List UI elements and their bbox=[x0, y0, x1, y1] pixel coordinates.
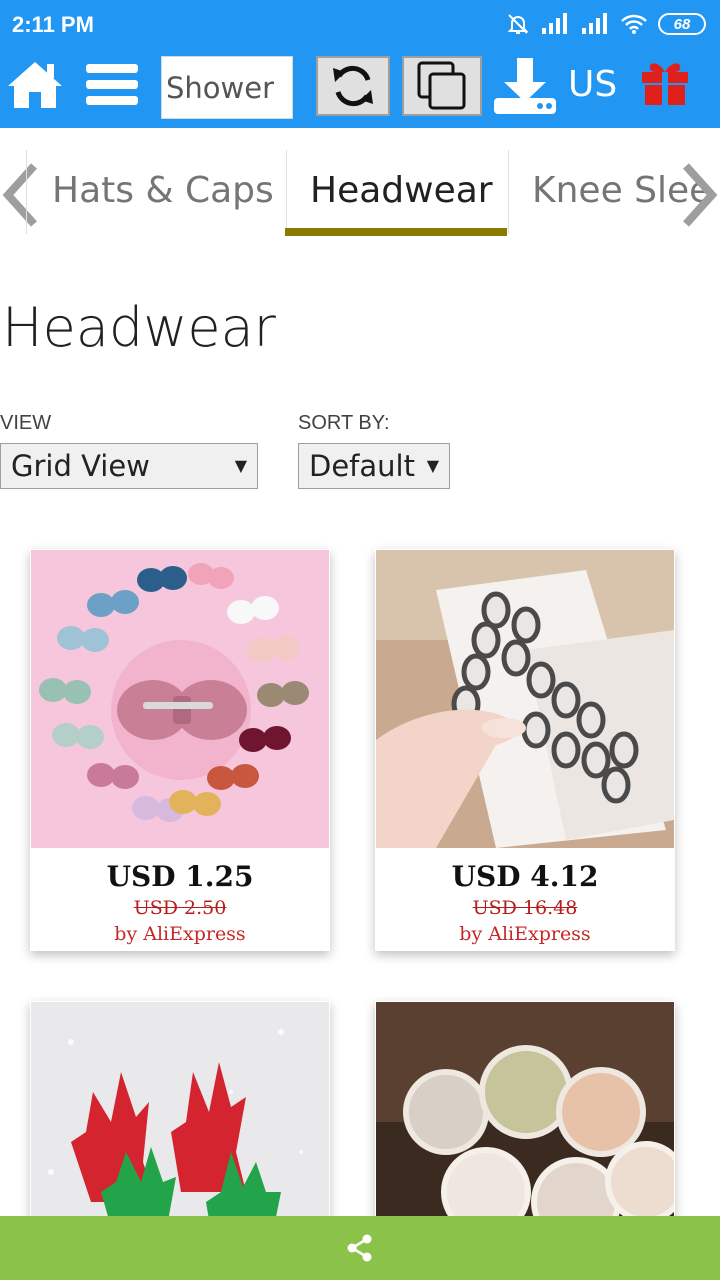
product-seller: by AliExpress bbox=[459, 923, 591, 945]
home-icon[interactable] bbox=[6, 58, 64, 112]
tab-divider bbox=[508, 150, 509, 234]
product-old-price: USD 2.50 bbox=[133, 897, 227, 919]
product-image-pearl-clips[interactable] bbox=[376, 550, 674, 848]
gift-icon[interactable] bbox=[640, 60, 690, 106]
copy-button[interactable] bbox=[402, 56, 482, 116]
chevron-left-icon[interactable] bbox=[0, 160, 40, 230]
status-time: 2:11 PM bbox=[12, 12, 94, 37]
view-label: VIEW bbox=[0, 412, 52, 434]
sort-select[interactable]: Default ▼ bbox=[298, 443, 450, 489]
tab-headwear[interactable]: Headwear bbox=[310, 170, 493, 211]
status-bar: 2:11 PM 68 bbox=[0, 0, 720, 50]
tab-hats-caps[interactable]: Hats & Caps bbox=[52, 170, 274, 211]
refresh-icon bbox=[333, 65, 373, 107]
tab-divider bbox=[286, 150, 287, 234]
product-card[interactable]: USD 1.25 USD 2.50 by AliExpress bbox=[30, 549, 330, 951]
view-select[interactable]: Grid View ▼ bbox=[0, 443, 258, 489]
mute-icon bbox=[507, 14, 529, 34]
signal-icon-2 bbox=[582, 13, 607, 34]
status-icons: 68 bbox=[506, 12, 706, 36]
tab-divider bbox=[26, 150, 27, 234]
category-tabs: Hats & Caps Headwear Knee Slee bbox=[0, 148, 720, 238]
product-card[interactable]: USD 4.12 USD 16.48 by AliExpress bbox=[375, 549, 675, 951]
copy-icon bbox=[417, 61, 466, 110]
refresh-button[interactable] bbox=[316, 56, 390, 116]
product-price: USD 4.12 bbox=[451, 860, 599, 893]
battery-indicator: 68 bbox=[658, 13, 706, 35]
wifi-icon bbox=[621, 14, 647, 34]
top-app-bar: 2:11 PM 68 Shower US bbox=[0, 0, 720, 128]
search-input[interactable]: Shower bbox=[161, 56, 293, 119]
sort-label: SORT BY: bbox=[298, 412, 390, 434]
chevron-right-icon[interactable] bbox=[680, 160, 720, 230]
sort-select-value: Default bbox=[309, 449, 415, 483]
product-image-bow-clips[interactable] bbox=[31, 550, 329, 848]
region-label[interactable]: US bbox=[568, 64, 617, 105]
view-select-value: Grid View bbox=[11, 449, 150, 483]
download-icon[interactable] bbox=[492, 56, 558, 116]
dropdown-arrow-icon: ▼ bbox=[426, 456, 439, 475]
active-tab-indicator bbox=[285, 228, 507, 236]
product-seller: by AliExpress bbox=[114, 923, 246, 945]
menu-icon[interactable] bbox=[84, 62, 140, 108]
product-price: USD 1.25 bbox=[106, 860, 254, 893]
signal-icon bbox=[542, 13, 567, 34]
bottom-share-bar[interactable] bbox=[0, 1216, 720, 1280]
share-icon[interactable] bbox=[345, 1233, 375, 1263]
page-title: Headwear bbox=[2, 296, 276, 359]
dropdown-arrow-icon: ▼ bbox=[234, 456, 247, 475]
product-old-price: USD 16.48 bbox=[472, 897, 578, 919]
toolbar: Shower US bbox=[0, 50, 720, 128]
